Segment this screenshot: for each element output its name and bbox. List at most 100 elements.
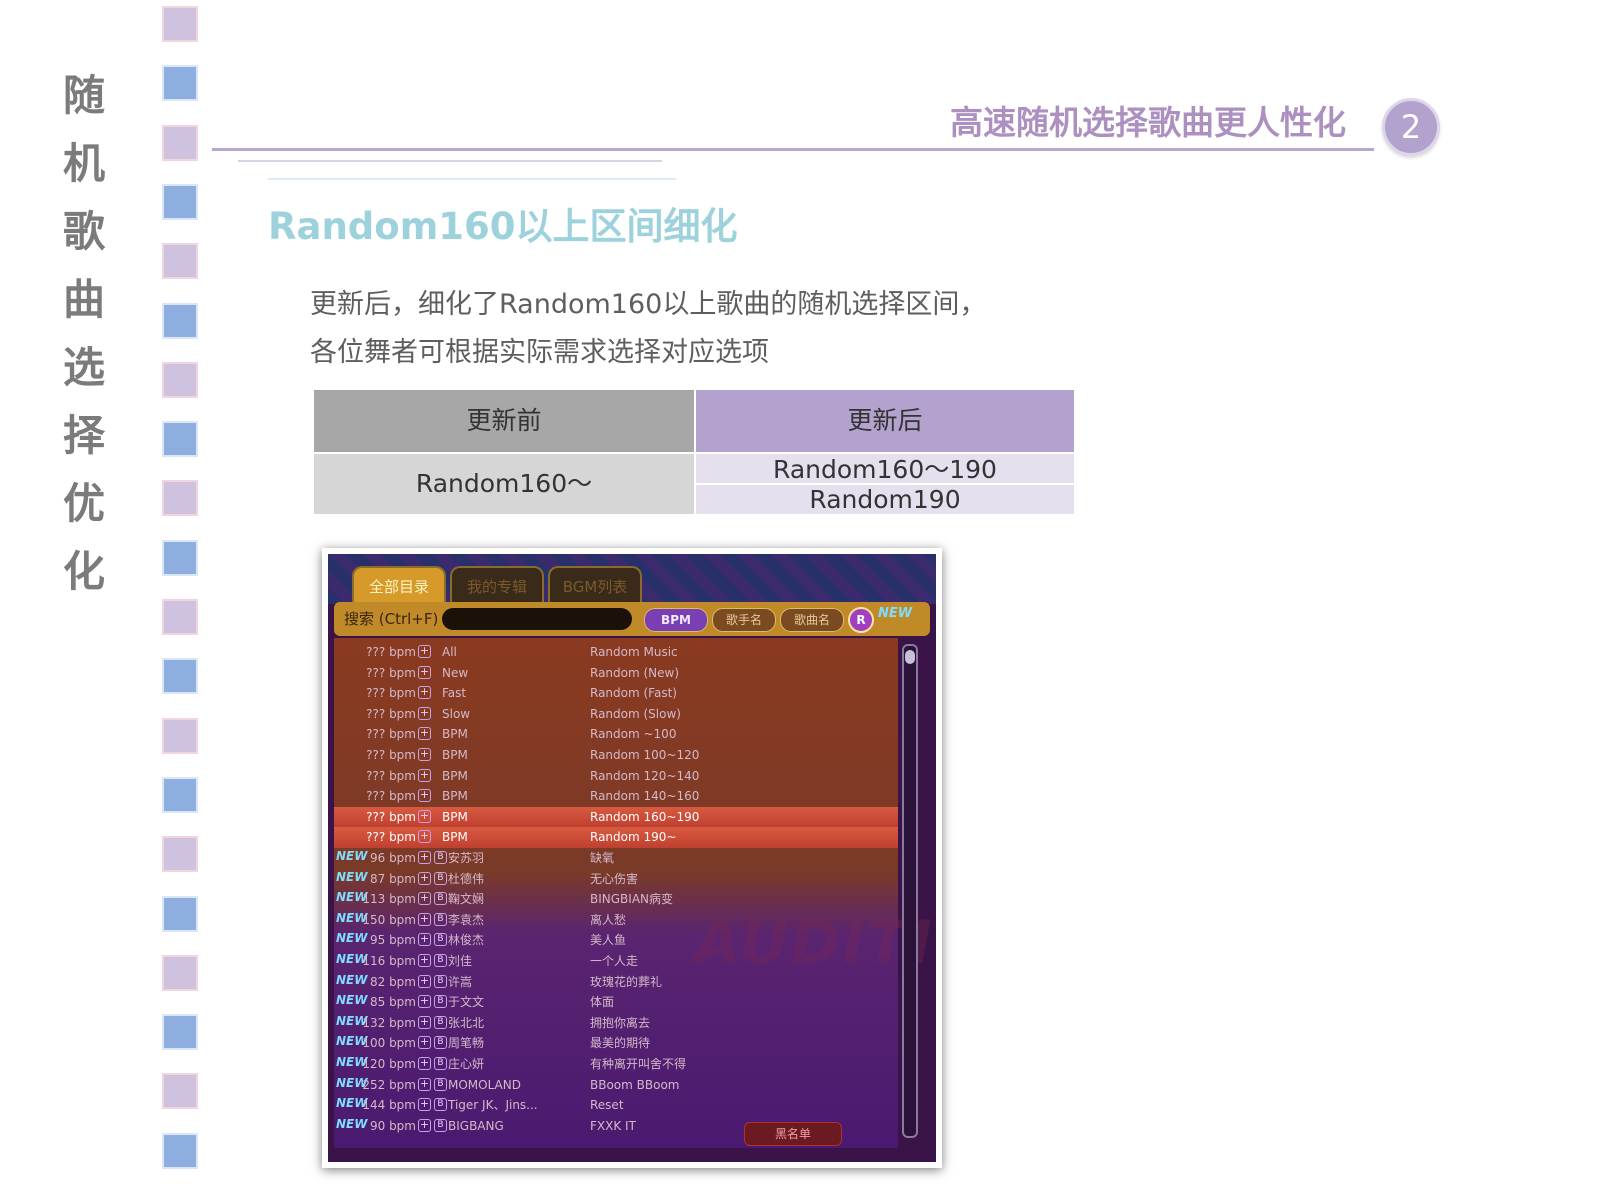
song-artist: BPM xyxy=(442,768,468,783)
song-title: Random 160~190 xyxy=(590,809,700,824)
song-title: Random 140~160 xyxy=(590,789,700,804)
song-row[interactable]: NEW 150 bpm + B 李袁杰 离人愁 xyxy=(334,910,898,931)
song-artist: New xyxy=(442,665,469,680)
comparison-table: 更新前 更新后 Random160～ Random160～190 Random1… xyxy=(314,390,1074,514)
sort-by-singer-button[interactable]: 歌手名 xyxy=(712,608,776,632)
song-row[interactable]: NEW 95 bpm + B 林俊杰 美人鱼 xyxy=(334,930,898,951)
song-row[interactable]: NEW 120 bpm + B 庄心妍 有种离开叫舍不得 xyxy=(334,1054,898,1075)
b-mark-icon: B xyxy=(434,974,447,988)
song-row[interactable]: ??? bpm + Slow Random (Slow) xyxy=(334,704,898,725)
add-to-album-icon[interactable]: + xyxy=(418,706,431,720)
b-mark-icon: B xyxy=(434,954,447,967)
add-to-album-icon[interactable]: + xyxy=(418,1015,431,1029)
song-row[interactable]: NEW 144 bpm + B Tiger JK、Jins... Reset xyxy=(334,1095,898,1116)
song-row[interactable]: NEW 252 bpm + B MOMOLAND BBoom BBoom xyxy=(334,1075,898,1096)
song-row[interactable]: NEW 113 bpm + B 鞠文娴 BINGBIAN病变 xyxy=(334,889,898,910)
decorative-square xyxy=(162,480,198,517)
add-to-album-icon[interactable]: + xyxy=(418,933,431,947)
song-bpm: 116 bpm xyxy=(362,954,416,968)
song-artist: Fast xyxy=(442,686,467,701)
header-subdivider xyxy=(238,160,662,162)
song-row[interactable]: NEW 82 bpm + B 许嵩 玫瑰花的葬礼 xyxy=(334,972,898,993)
song-artist: 李袁杰 xyxy=(448,912,485,927)
song-row[interactable]: ??? bpm + BPM Random ~100 xyxy=(334,724,898,745)
sort-by-title-button[interactable]: 歌曲名 xyxy=(780,608,844,632)
tab-1[interactable]: 我的专辑 xyxy=(450,566,544,602)
decorative-square xyxy=(162,302,198,339)
b-mark-icon: B xyxy=(434,1057,447,1070)
add-to-album-icon[interactable]: + xyxy=(418,789,431,803)
song-bpm: ??? bpm xyxy=(366,748,416,762)
scrollbar-thumb[interactable] xyxy=(905,650,915,664)
sort-by-bpm-button[interactable]: BPM xyxy=(644,608,708,632)
add-to-album-icon[interactable]: + xyxy=(418,1098,431,1112)
song-row[interactable]: NEW 132 bpm + B 张北北 拥抱你离去 xyxy=(334,1013,898,1034)
song-row[interactable]: ??? bpm + New Random (New) xyxy=(334,663,898,684)
song-artist: Tiger JK、Jins... xyxy=(448,1098,538,1113)
add-to-album-icon[interactable]: + xyxy=(418,1118,431,1132)
add-to-album-icon[interactable]: + xyxy=(418,954,431,967)
add-to-album-icon[interactable]: + xyxy=(418,851,431,864)
table-cell-before: Random160～ xyxy=(314,454,694,514)
song-bpm: 100 bpm xyxy=(362,1036,416,1051)
blacklist-button[interactable]: 黑名单 xyxy=(744,1122,842,1146)
side-title-char: 化 xyxy=(62,547,105,596)
song-row[interactable]: NEW 96 bpm + B 安苏羽 缺氧 xyxy=(334,848,898,869)
song-bpm: 90 bpm xyxy=(369,1118,416,1133)
decorative-square xyxy=(162,65,198,102)
song-row[interactable]: NEW 85 bpm + B 于文文 体面 xyxy=(334,992,898,1013)
b-mark-icon: B xyxy=(434,851,447,864)
add-to-album-icon[interactable]: + xyxy=(418,974,431,988)
b-mark-icon: B xyxy=(434,995,447,1009)
new-filter-icon[interactable]: NEW xyxy=(878,606,912,621)
decorative-square xyxy=(162,421,198,458)
add-to-album-icon[interactable]: + xyxy=(418,665,431,679)
add-to-album-icon[interactable]: + xyxy=(418,912,431,926)
song-row[interactable]: ??? bpm + BPM Random 160~190 xyxy=(334,806,898,828)
decorative-square xyxy=(162,1014,198,1051)
song-bpm: 82 bpm xyxy=(369,974,416,989)
song-title: Random (Fast) xyxy=(590,686,677,701)
add-to-album-icon[interactable]: + xyxy=(418,1036,431,1050)
song-title: Random ~100 xyxy=(590,727,677,742)
song-bpm: 144 bpm xyxy=(362,1098,416,1113)
song-bpm: 87 bpm xyxy=(369,871,416,886)
add-to-album-icon[interactable]: + xyxy=(418,1057,431,1070)
tab-0[interactable]: 全部目录 xyxy=(352,566,446,602)
song-row[interactable]: NEW 87 bpm + B 杜德伟 无心伤害 xyxy=(334,869,898,890)
decorative-square xyxy=(162,183,198,220)
song-row[interactable]: ??? bpm + BPM Random 190~ xyxy=(334,827,898,848)
song-row[interactable]: ??? bpm + BPM Random 100~120 xyxy=(334,745,898,766)
song-list-scrollbar[interactable] xyxy=(902,644,918,1138)
side-title-char: 选 xyxy=(62,343,105,392)
song-bpm: ??? bpm xyxy=(366,789,416,804)
song-row[interactable]: ??? bpm + BPM Random 120~140 xyxy=(334,766,898,787)
add-to-album-icon[interactable]: + xyxy=(418,768,431,782)
song-bpm: 252 bpm xyxy=(362,1077,416,1092)
add-to-album-icon[interactable]: + xyxy=(418,871,431,885)
add-to-album-icon[interactable]: + xyxy=(418,892,431,906)
tab-2[interactable]: BGM列表 xyxy=(548,566,642,602)
add-to-album-icon[interactable]: + xyxy=(418,748,431,761)
b-mark-icon: B xyxy=(434,1118,447,1132)
add-to-album-icon[interactable]: + xyxy=(418,686,431,700)
song-row[interactable]: ??? bpm + BPM Random 140~160 xyxy=(334,786,898,807)
add-to-album-icon[interactable]: + xyxy=(418,645,431,658)
description-line: 各位舞者可根据实际需求选择对应选项 xyxy=(310,337,769,368)
add-to-album-icon[interactable]: + xyxy=(418,1077,431,1091)
song-bpm: ??? bpm xyxy=(366,706,416,721)
song-row[interactable]: NEW 116 bpm + B 刘佳 一个人走 xyxy=(334,951,898,972)
song-row[interactable]: ??? bpm + Fast Random (Fast) xyxy=(334,683,898,704)
add-to-album-icon[interactable]: + xyxy=(418,830,431,844)
song-artist: 杜德伟 xyxy=(448,871,485,886)
song-row[interactable]: ??? bpm + All Random Music xyxy=(334,642,898,663)
song-row[interactable]: NEW 100 bpm + B 周笔畅 最美的期待 xyxy=(334,1033,898,1054)
search-input[interactable] xyxy=(442,608,632,630)
add-to-album-icon[interactable]: + xyxy=(418,995,431,1009)
song-artist: 安苏羽 xyxy=(448,851,485,865)
random-icon[interactable]: R xyxy=(848,607,874,633)
song-title: 美人鱼 xyxy=(590,933,627,948)
add-to-album-icon[interactable]: + xyxy=(418,727,431,741)
add-to-album-icon[interactable]: + xyxy=(418,809,431,823)
decorative-square xyxy=(162,776,198,813)
